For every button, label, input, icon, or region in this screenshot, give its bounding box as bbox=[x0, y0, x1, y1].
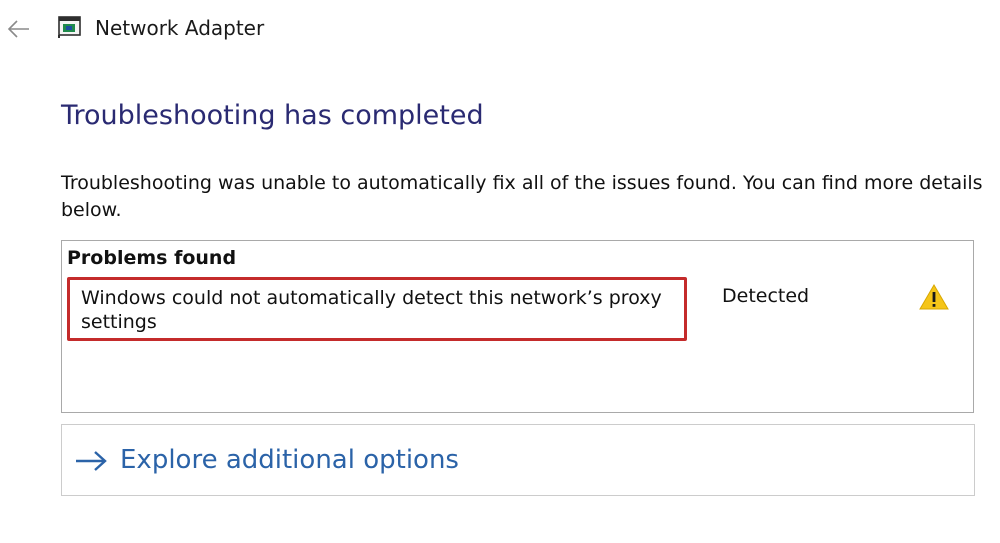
page-title: Troubleshooting has completed bbox=[61, 100, 484, 131]
window-title: Network Adapter bbox=[95, 16, 265, 40]
problems-found-panel: Problems found Windows could not automat… bbox=[61, 240, 974, 413]
problems-found-header: Problems found bbox=[67, 247, 237, 269]
problem-item-highlight[interactable]: Windows could not automatically detect t… bbox=[67, 277, 687, 341]
problem-status-label: Detected bbox=[722, 285, 810, 307]
result-description: Troubleshooting was unable to automatica… bbox=[61, 172, 983, 221]
explore-additional-options-button[interactable]: Explore additional options bbox=[61, 424, 975, 496]
back-button[interactable] bbox=[4, 16, 32, 42]
explore-additional-options-label: Explore additional options bbox=[120, 445, 459, 475]
right-arrow-icon bbox=[76, 451, 107, 471]
warning-icon bbox=[919, 283, 949, 311]
network-adapter-icon bbox=[58, 15, 82, 39]
problem-item-text: Windows could not automatically detect t… bbox=[81, 287, 662, 333]
back-arrow-icon bbox=[7, 20, 29, 38]
